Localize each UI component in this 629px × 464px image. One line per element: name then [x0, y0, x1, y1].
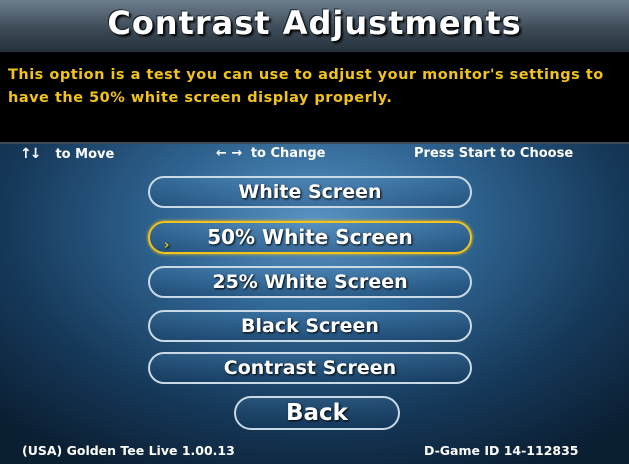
change-instruction: ← → to Change: [216, 146, 325, 161]
instructions-bar: ↑↓ to Move ← → to Change Press Start to C…: [0, 144, 629, 164]
header-bar: Contrast Adjustments: [0, 0, 629, 53]
twenty-five-percent-white-screen-button[interactable]: 25% White Screen: [148, 266, 472, 298]
description-text: This option is a test you can use to adj…: [8, 67, 604, 106]
footer-bar: (USA) Golden Tee Live 1.00.13 D-Game ID …: [0, 441, 629, 459]
back-label: Back: [286, 400, 348, 426]
fifty-percent-white-screen-button[interactable]: › 50% White Screen: [148, 221, 472, 254]
page-title: Contrast Adjustments: [107, 4, 522, 42]
choose-label: Press Start to Choose: [414, 146, 574, 161]
contrast-screen-label: Contrast Screen: [223, 357, 397, 379]
black-screen-button[interactable]: Black Screen: [148, 310, 472, 342]
twenty-five-percent-white-screen-label: 25% White Screen: [212, 271, 408, 293]
left-right-arrows-icon: ← →: [216, 146, 243, 161]
black-screen-label: Black Screen: [241, 315, 379, 337]
back-button[interactable]: Back: [234, 396, 400, 430]
up-down-arrows-icon: ↑↓: [20, 146, 42, 162]
version-info: (USA) Golden Tee Live 1.00.13: [22, 443, 235, 458]
game-id-info: D-Game ID 14-112835: [424, 443, 579, 458]
fifty-percent-white-screen-label: 50% White Screen: [207, 225, 413, 249]
move-label: to Move: [55, 147, 115, 162]
description-panel: This option is a test you can use to adj…: [0, 52, 629, 144]
selection-cursor-icon: ›: [164, 238, 170, 253]
contrast-screen-button[interactable]: Contrast Screen: [148, 352, 472, 384]
move-instruction: ↑↓ to Move: [20, 146, 114, 162]
game-screen: Contrast Adjustments This option is a te…: [0, 0, 629, 464]
white-screen-button[interactable]: White Screen: [148, 176, 472, 208]
white-screen-label: White Screen: [238, 181, 382, 203]
change-label: to Change: [250, 146, 326, 161]
